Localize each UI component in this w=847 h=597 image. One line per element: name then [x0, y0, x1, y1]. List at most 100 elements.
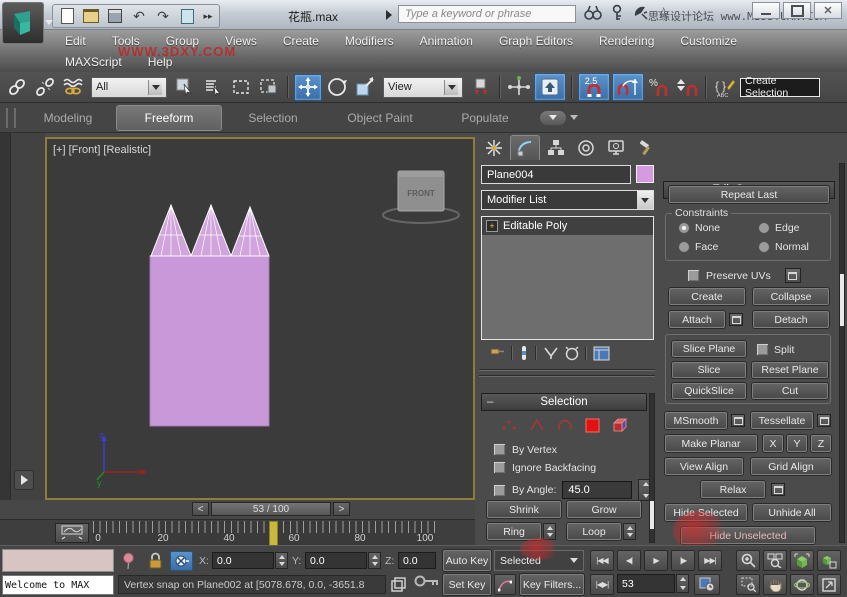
- menu-animation[interactable]: Animation: [407, 31, 486, 52]
- split-row[interactable]: Split: [756, 343, 794, 356]
- edge-subobject-icon[interactable]: [529, 418, 545, 432]
- relax-settings-button[interactable]: [771, 483, 785, 496]
- tab-display[interactable]: [602, 136, 630, 160]
- bind-to-spacewarp-button[interactable]: [60, 75, 86, 100]
- grow-button[interactable]: Grow: [567, 501, 641, 518]
- key-mode-toggle-button[interactable]: |◀▶|: [590, 574, 614, 595]
- edit-named-selections-button[interactable]: {}ABC: [712, 75, 738, 100]
- create-button[interactable]: Create: [669, 288, 745, 305]
- field-of-view-button[interactable]: [736, 574, 760, 595]
- by-vertex-checkbox[interactable]: [493, 443, 506, 456]
- pan-button[interactable]: [763, 574, 787, 595]
- listener-output[interactable]: Welcome to MAX: [2, 575, 114, 595]
- y-coord-spinner[interactable]: [368, 552, 381, 569]
- scrollbar-handle[interactable]: [650, 501, 654, 529]
- menu-graph-editors[interactable]: Graph Editors: [486, 31, 586, 52]
- shrink-button[interactable]: Shrink: [487, 501, 561, 518]
- reference-coordsys-dropdown[interactable]: View: [383, 77, 463, 98]
- close-button[interactable]: ✕: [814, 2, 842, 19]
- new-scene-button[interactable]: [56, 6, 78, 26]
- attach-button[interactable]: Attach: [669, 311, 725, 328]
- normal-radio[interactable]: [758, 241, 770, 253]
- select-and-manipulate-button[interactable]: [506, 75, 532, 100]
- make-planar-button[interactable]: Make Planar: [665, 435, 757, 452]
- select-and-rotate-button[interactable]: [324, 75, 350, 100]
- menu-create[interactable]: Create: [270, 31, 332, 52]
- y-coord-field[interactable]: 0.0: [305, 552, 367, 569]
- by-angle-checkbox[interactable]: [493, 484, 506, 497]
- ring-button[interactable]: Ring: [487, 523, 541, 540]
- collapse-button[interactable]: Collapse: [753, 288, 829, 305]
- planar-x-button[interactable]: X: [763, 435, 783, 452]
- menu-maxscript[interactable]: MAXScript: [52, 51, 135, 72]
- configure-modifier-sets-icon[interactable]: [593, 346, 610, 361]
- grid-align-button[interactable]: Grid Align: [751, 458, 831, 475]
- tab-modeling[interactable]: Modeling: [20, 106, 116, 130]
- viewport-label[interactable]: [+] [Front] [Realistic]: [53, 144, 151, 156]
- orbit-button[interactable]: [790, 574, 814, 595]
- selection-scrollbar[interactable]: [649, 393, 655, 543]
- use-pivot-center-button[interactable]: [468, 75, 494, 100]
- x-coord-field[interactable]: 0.0: [212, 552, 274, 569]
- planar-z-button[interactable]: Z: [811, 435, 831, 452]
- menu-views[interactable]: Views: [212, 31, 270, 52]
- unlink-selection-button[interactable]: [32, 75, 58, 100]
- select-object-button[interactable]: [172, 75, 198, 100]
- ring-spinner[interactable]: [543, 523, 556, 540]
- make-unique-icon[interactable]: [543, 346, 559, 360]
- tab-create[interactable]: [480, 136, 508, 160]
- menu-modifiers[interactable]: Modifiers: [332, 31, 407, 52]
- maxscript-mini-listener[interactable]: [2, 549, 114, 572]
- msmooth-button[interactable]: MSmooth: [665, 412, 727, 429]
- attach-settings-button[interactable]: [729, 313, 743, 326]
- application-menu-button[interactable]: [2, 2, 44, 44]
- minimize-button[interactable]: [752, 2, 780, 19]
- next-frame-slider-button[interactable]: >: [333, 502, 350, 516]
- timeline-playhead[interactable]: [269, 521, 278, 547]
- by-angle-field[interactable]: 45.0: [562, 481, 632, 499]
- loop-spinner[interactable]: [623, 523, 636, 540]
- search-input[interactable]: Type a keyword or phrase: [398, 5, 576, 23]
- relax-button[interactable]: Relax: [701, 481, 765, 498]
- zoom-extents-all-button[interactable]: [817, 550, 841, 571]
- time-slider-handle[interactable]: 53 / 100: [211, 502, 331, 516]
- toolbar-overflow-button[interactable]: ▸▸: [200, 6, 216, 26]
- auto-key-button[interactable]: Auto Key: [443, 550, 491, 571]
- ribbon-options-arrow-icon[interactable]: [570, 115, 578, 120]
- slice-plane-button[interactable]: Slice Plane: [672, 341, 746, 357]
- none-radio[interactable]: [678, 222, 690, 234]
- play-button[interactable]: ▶: [644, 550, 668, 571]
- hide-selected-button[interactable]: Hide Selected: [665, 504, 747, 521]
- default-tangent-button[interactable]: [494, 574, 516, 595]
- selection-lock-icon[interactable]: [148, 552, 163, 569]
- preserve-uvs-checkbox[interactable]: [687, 269, 700, 282]
- maximize-button[interactable]: [783, 2, 811, 19]
- angle-snap-toggle-button[interactable]: [612, 73, 644, 101]
- constraint-edge[interactable]: Edge: [758, 222, 800, 234]
- maxscript-listener-expand-button[interactable]: [14, 470, 34, 490]
- modifier-list-dropdown[interactable]: Modifier List: [481, 190, 654, 210]
- next-frame-button[interactable]: |▶: [671, 550, 695, 571]
- select-and-scale-button[interactable]: [352, 75, 378, 100]
- hide-unselected-button[interactable]: Hide Unselected: [681, 527, 815, 544]
- time-configuration-button[interactable]: [694, 574, 720, 595]
- key-icon[interactable]: [609, 4, 625, 22]
- menu-edit[interactable]: Edit: [52, 31, 99, 52]
- key-filters-button[interactable]: Key Filters...: [520, 574, 584, 595]
- tab-selection[interactable]: Selection: [222, 106, 324, 130]
- current-frame-field[interactable]: 53: [617, 574, 675, 593]
- previous-frame-slider-button[interactable]: <: [192, 502, 209, 516]
- face-radio[interactable]: [678, 241, 690, 253]
- save-file-button[interactable]: [104, 6, 126, 26]
- menu-help[interactable]: Help: [135, 51, 186, 72]
- zoom-extents-button[interactable]: [790, 550, 814, 571]
- tab-populate[interactable]: Populate: [436, 106, 534, 130]
- menu-customize[interactable]: Customize: [667, 31, 750, 52]
- tessellate-settings-button[interactable]: [817, 414, 831, 427]
- reset-plane-button[interactable]: Reset Plane: [752, 362, 828, 378]
- constraint-face[interactable]: Face: [678, 241, 718, 253]
- repeat-last-button[interactable]: Repeat Last: [669, 186, 829, 203]
- open-file-button[interactable]: [80, 6, 102, 26]
- go-to-start-button[interactable]: |◀◀: [590, 550, 614, 571]
- undo-button[interactable]: ↶: [128, 6, 150, 26]
